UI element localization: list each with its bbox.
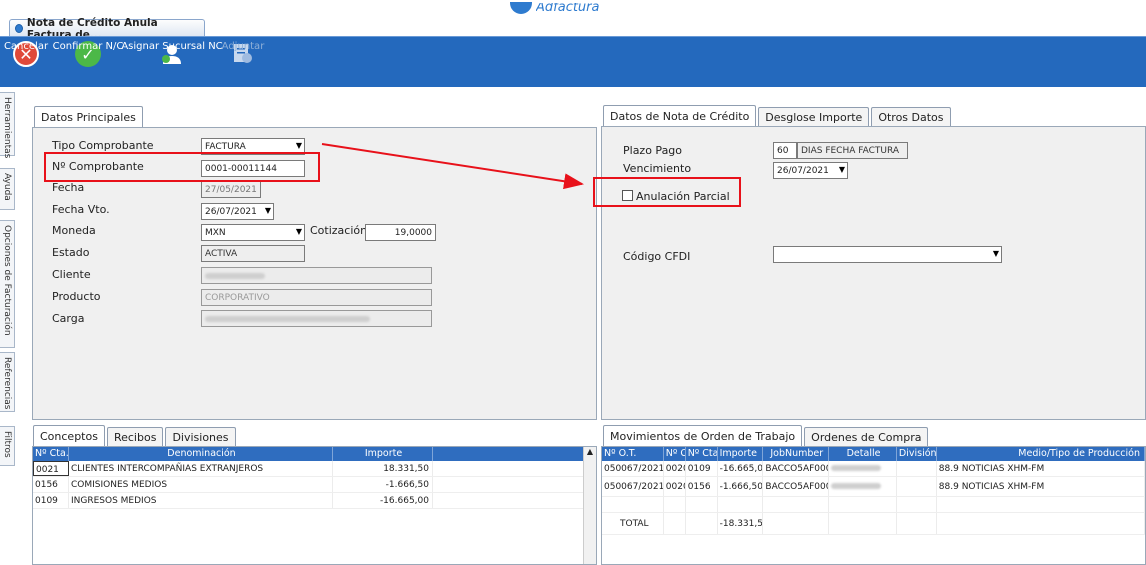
codigo-cfdi-select[interactable] — [773, 246, 1002, 263]
tab-movimientos-ot[interactable]: Movimientos de Orden de Trabajo — [603, 425, 803, 447]
document-tab-icon — [15, 24, 23, 33]
table-row[interactable]: 050067/2021 0020 0109 -16.665,00 BACCO5A… — [602, 461, 1145, 477]
side-tab-ayuda[interactable]: Ayuda — [0, 168, 15, 210]
fecha-field: 27/05/2021 — [201, 181, 261, 198]
redacted-value — [831, 483, 882, 489]
chevron-down-icon — [265, 206, 271, 215]
tab-divisiones[interactable]: Divisiones — [165, 427, 236, 447]
fecha-vto-picker[interactable]: 26/07/2021 — [201, 203, 274, 220]
codigo-cfdi-label: Código CFDI — [623, 250, 691, 263]
table-row[interactable]: 0109 INGRESOS MEDIOS -16.665,00 — [33, 493, 596, 509]
attach-button[interactable]: Adjuntar — [220, 37, 266, 88]
conceptos-scrollbar[interactable]: ▲ — [583, 447, 596, 564]
tab-ordenes-compra[interactable]: Ordenes de Compra — [804, 427, 929, 447]
table-row — [602, 497, 1145, 513]
total-row: TOTAL -18.331,50 — [602, 513, 1145, 535]
table-row[interactable]: 0156 COMISIONES MEDIOS -1.666,50 — [33, 477, 596, 493]
plazo-pago-label: Plazo Pago — [623, 144, 683, 157]
conceptos-tabbar: Conceptos Recibos Divisiones — [33, 425, 236, 447]
cotizacion-label: Cotización — [310, 224, 368, 237]
tab-desglose-importe[interactable]: Desglose Importe — [758, 107, 870, 127]
toolbar: ✕ Cancelar ✓ Confirmar N/C Asignar Sucur… — [0, 36, 1146, 87]
document-tab[interactable]: Nota de Crédito Anula Factura de... — [9, 17, 205, 41]
nc-tabbar: Datos de Nota de Crédito Desglose Import… — [603, 105, 951, 127]
conceptos-grid: Nº Cta. Denominación Importe 0021 CLIENT… — [32, 446, 597, 565]
app-logo: Adfactura — [510, 0, 599, 16]
table-row[interactable]: 050067/2021 0020 0156 -1.666,50 BACCO5AF… — [602, 477, 1145, 497]
side-tab-opciones-facturacion[interactable]: Opciones de Facturación — [0, 220, 15, 348]
tipo-comprobante-label: Tipo Comprobante — [52, 139, 154, 152]
movimientos-grid-header: Nº O.T. Nº Cli Nº Cta Importe JobNumber … — [602, 447, 1145, 461]
highlight-nro-comprobante — [44, 152, 320, 182]
side-tab-referencias[interactable]: Referencias — [0, 352, 15, 412]
cancel-button[interactable]: ✕ Cancelar — [4, 37, 48, 88]
fecha-label: Fecha — [52, 181, 85, 194]
redacted-value — [831, 465, 882, 471]
main-tabbar: Datos Principales — [34, 106, 143, 128]
logo-mark-icon — [510, 2, 532, 14]
detalle-cell — [829, 477, 897, 496]
movimientos-tabbar: Movimientos de Orden de Trabajo Ordenes … — [603, 425, 929, 447]
fecha-vto-label: Fecha Vto. — [52, 203, 110, 216]
assign-branch-button[interactable]: Asignar Sucursal NC — [121, 37, 223, 88]
table-row[interactable]: 0021 CLIENTES INTERCOMPAÑIAS EXTRANJEROS… — [33, 461, 596, 477]
cliente-label: Cliente — [52, 268, 91, 281]
chevron-down-icon — [296, 227, 302, 236]
tab-datos-principales[interactable]: Datos Principales — [34, 106, 143, 128]
carga-label: Carga — [52, 312, 85, 325]
cotizacion-field[interactable]: 19,0000 — [365, 224, 436, 241]
confirm-nc-button[interactable]: ✓ Confirmar N/C — [53, 37, 123, 88]
scroll-up-icon[interactable]: ▲ — [584, 447, 596, 456]
moneda-label: Moneda — [52, 224, 96, 237]
estado-field: ACTIVA — [201, 245, 305, 262]
vencimiento-picker[interactable]: 26/07/2021 — [773, 162, 848, 179]
chevron-down-icon — [296, 141, 302, 150]
chevron-down-icon — [993, 249, 999, 258]
producto-field: CORPORATIVO — [201, 289, 432, 306]
side-tab-filtros[interactable]: Filtros — [0, 426, 15, 466]
redacted-value — [205, 315, 370, 322]
vencimiento-label: Vencimiento — [623, 162, 692, 175]
tab-datos-nota-credito[interactable]: Datos de Nota de Crédito — [603, 105, 757, 127]
producto-label: Producto — [52, 290, 101, 303]
tab-otros-datos[interactable]: Otros Datos — [871, 107, 951, 127]
movimientos-grid: Nº O.T. Nº Cli Nº Cta Importe JobNumber … — [601, 446, 1146, 565]
moneda-select[interactable]: MXN — [201, 224, 305, 241]
carga-field — [201, 310, 432, 327]
logo-text: Adfactura — [536, 3, 600, 13]
highlight-anulacion-parcial — [593, 177, 741, 207]
cliente-field — [201, 267, 432, 284]
plazo-type-field: DIAS FECHA FACTURA — [797, 142, 908, 159]
tab-recibos[interactable]: Recibos — [106, 427, 164, 447]
side-tab-herramientas[interactable]: Herramientas — [0, 92, 15, 158]
detalle-cell — [829, 461, 897, 476]
plazo-days-field[interactable]: 60 — [773, 142, 797, 159]
annotation-arrow-icon — [321, 143, 584, 190]
conceptos-grid-header: Nº Cta. Denominación Importe — [33, 447, 596, 461]
tab-conceptos[interactable]: Conceptos — [33, 425, 105, 447]
redacted-value — [205, 272, 265, 279]
estado-label: Estado — [52, 246, 90, 259]
chevron-down-icon — [839, 165, 845, 174]
